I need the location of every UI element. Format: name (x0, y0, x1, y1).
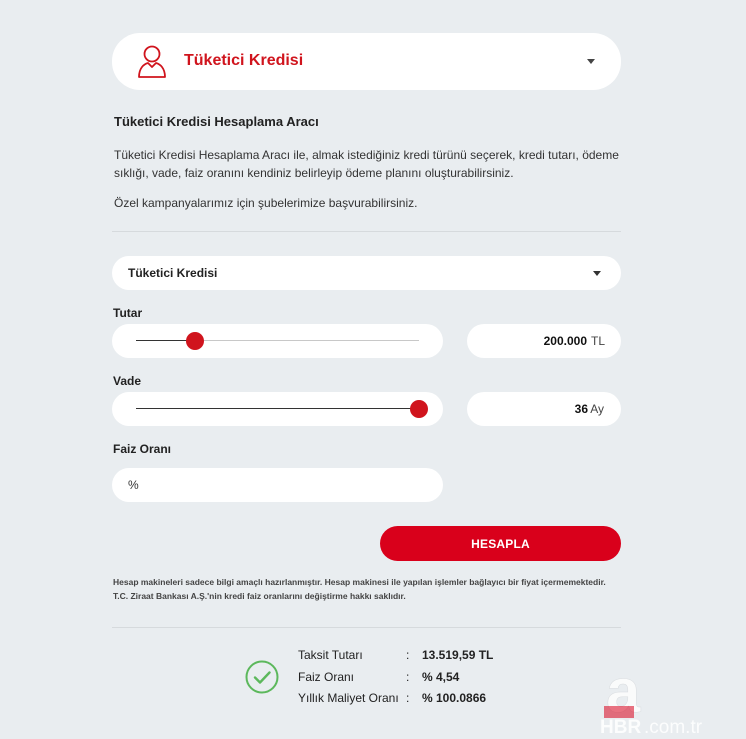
amount-unit: TL (590, 334, 605, 348)
amount-slider[interactable] (112, 324, 443, 358)
amount-slider-handle[interactable] (186, 332, 205, 350)
result-colon: : (406, 670, 410, 684)
divider (112, 627, 621, 628)
hbr-watermark-logo: a HBR .com.tr (600, 660, 703, 738)
term-slider-handle[interactable] (410, 400, 428, 418)
result-value: % 4,54 (422, 670, 460, 684)
campaign-note: Özel kampanyalarımız için şubelerimize b… (114, 196, 418, 210)
divider (112, 231, 621, 232)
check-circle-icon (245, 660, 279, 694)
person-icon (138, 45, 166, 78)
result-label: Yıllık Maliyet Oranı (298, 691, 399, 705)
chevron-down-icon[interactable] (587, 59, 595, 64)
result-value: % 100.0866 (422, 691, 487, 705)
term-label: Vade (113, 374, 142, 388)
term-field[interactable]: 36 Ay (467, 392, 621, 426)
section-description: Tüketici Kredisi Hesaplama Aracı ile, al… (114, 148, 619, 180)
svg-text:HBR: HBR (600, 717, 641, 738)
amount-label: Tutar (113, 306, 143, 320)
amount-slider-track[interactable] (136, 340, 419, 341)
loan-type-select[interactable]: Tüketici Kredisi (112, 256, 621, 290)
product-title: Tüketici Kredisi (184, 52, 304, 69)
term-slider-fill (136, 408, 419, 409)
result-value: 13.519,59 TL (422, 648, 494, 662)
term-slider-track[interactable] (136, 408, 419, 409)
amount-field[interactable]: 200.000 TL (467, 324, 621, 358)
disclaimer-text: Hesap makineleri sadece bilgi amaçlı haz… (113, 577, 606, 601)
result-label: Taksit Tutarı (298, 648, 363, 662)
term-unit: Ay (590, 402, 604, 416)
rate-input[interactable] (112, 468, 443, 502)
result-label: Faiz Oranı (298, 670, 355, 684)
rate-label: Faiz Oranı (113, 442, 172, 456)
amount-value: 200.000 (543, 334, 587, 348)
term-value: 36 (574, 402, 588, 416)
svg-text:.com.tr: .com.tr (644, 717, 703, 738)
result-colon: : (406, 691, 410, 705)
section-title: Tüketici Kredisi Hesaplama Aracı (114, 114, 319, 129)
chevron-down-icon[interactable] (593, 271, 601, 276)
product-header[interactable]: Tüketici Kredisi (112, 33, 621, 90)
calculate-button[interactable]: HESAPLA (380, 526, 621, 561)
term-slider[interactable] (112, 392, 443, 426)
result-colon: : (406, 648, 410, 662)
loan-type-value: Tüketici Kredisi (128, 266, 218, 280)
